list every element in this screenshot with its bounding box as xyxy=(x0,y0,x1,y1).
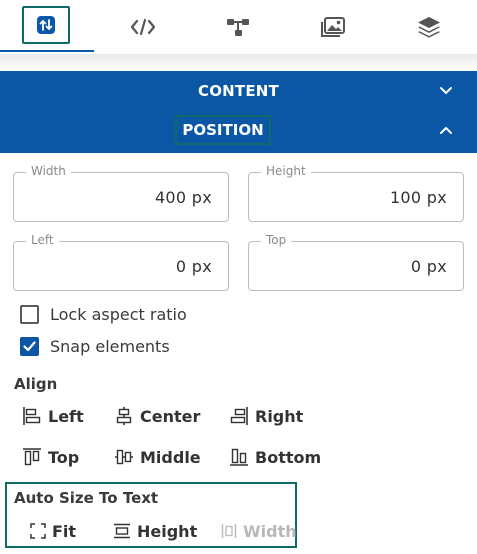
top-field-label: Top xyxy=(261,233,292,247)
lock-aspect-ratio-option[interactable]: Lock aspect ratio xyxy=(20,303,187,325)
active-tab-indicator xyxy=(0,50,94,52)
top-tab-bar xyxy=(0,0,477,54)
auto-size-height-label: Height xyxy=(137,521,198,541)
align-right-button[interactable]: Right xyxy=(229,405,303,427)
top-field-value[interactable]: 0 px xyxy=(411,257,447,276)
align-middle-label: Middle xyxy=(140,447,201,467)
images-icon xyxy=(321,17,345,37)
align-left-icon xyxy=(23,407,41,425)
align-right-label: Right xyxy=(255,406,304,426)
swap-vertical-icon xyxy=(37,16,55,34)
height-field-value[interactable]: 100 px xyxy=(390,188,447,207)
fit-height-icon xyxy=(114,523,130,539)
align-middle-icon xyxy=(115,449,133,465)
tab-images[interactable] xyxy=(308,0,358,54)
content-section-title: CONTENT xyxy=(198,82,279,100)
fit-icon xyxy=(30,523,46,539)
width-field-label: Width xyxy=(26,164,71,178)
auto-size-width-button: Width xyxy=(221,520,297,542)
snap-elements-label: Snap elements xyxy=(50,336,170,356)
align-center-label: Center xyxy=(140,406,201,426)
align-top-icon xyxy=(23,448,41,466)
top-field[interactable]: Top 0 px xyxy=(248,233,464,291)
align-title: Align xyxy=(14,375,58,393)
auto-size-fit-button[interactable]: Fit xyxy=(30,520,76,542)
width-field[interactable]: Width 400 px xyxy=(13,164,229,222)
align-bottom-icon xyxy=(230,448,248,466)
tab-hierarchy[interactable] xyxy=(213,0,263,54)
align-center-button[interactable]: Center xyxy=(114,405,200,427)
position-section-header[interactable]: POSITION xyxy=(0,111,477,153)
fit-width-icon xyxy=(221,524,237,538)
code-icon xyxy=(130,18,156,36)
align-middle-button[interactable]: Middle xyxy=(114,446,201,468)
width-field-value[interactable]: 400 px xyxy=(155,188,212,207)
auto-size-title: Auto Size To Text xyxy=(14,489,159,507)
auto-size-height-button[interactable]: Height xyxy=(113,520,197,542)
auto-size-fit-label: Fit xyxy=(52,521,77,541)
snap-elements-option[interactable]: Snap elements xyxy=(20,335,170,357)
align-left-label: Left xyxy=(48,406,84,426)
tab-layers[interactable] xyxy=(404,0,454,54)
checkmark-icon xyxy=(23,340,36,351)
align-top-button[interactable]: Top xyxy=(22,446,79,468)
height-field[interactable]: Height 100 px xyxy=(248,164,464,222)
layers-icon xyxy=(418,17,440,38)
align-bottom-button[interactable]: Bottom xyxy=(229,446,321,468)
content-section-header[interactable]: CONTENT xyxy=(0,71,477,111)
snap-elements-checkbox[interactable] xyxy=(20,336,39,356)
align-left-button[interactable]: Left xyxy=(22,405,84,427)
align-top-label: Top xyxy=(48,447,80,467)
auto-size-width-label: Width xyxy=(243,521,297,541)
chevron-down-icon xyxy=(440,87,452,94)
tab-code[interactable] xyxy=(118,0,168,54)
position-section-title: POSITION xyxy=(175,115,271,145)
align-right-icon xyxy=(230,407,248,425)
left-field-label: Left xyxy=(26,233,59,247)
lock-aspect-ratio-label: Lock aspect ratio xyxy=(50,304,187,324)
left-field-value[interactable]: 0 px xyxy=(176,257,212,276)
align-center-icon xyxy=(116,407,132,425)
left-field[interactable]: Left 0 px xyxy=(13,233,229,291)
align-bottom-label: Bottom xyxy=(255,447,322,467)
hierarchy-icon xyxy=(227,19,249,36)
chevron-up-icon xyxy=(440,127,452,134)
height-field-label: Height xyxy=(261,164,311,178)
tab-position[interactable] xyxy=(22,6,70,44)
tabbar-shadow xyxy=(0,54,477,70)
lock-aspect-ratio-checkbox[interactable] xyxy=(20,304,39,324)
